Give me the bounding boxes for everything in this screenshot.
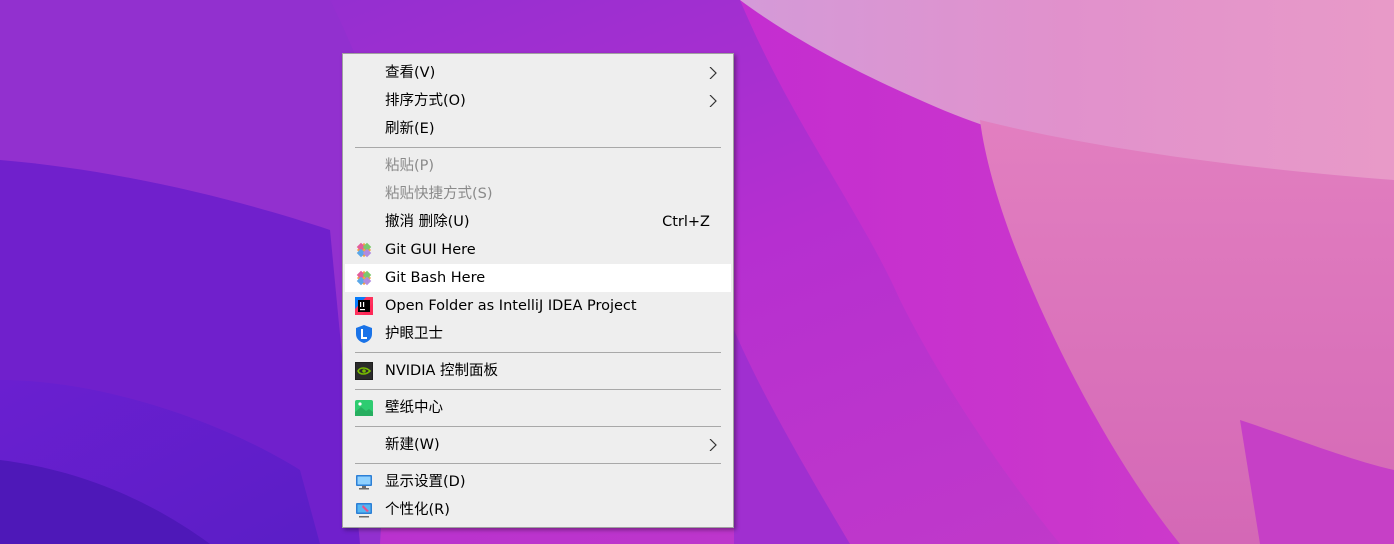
menu-item-label: 显示设置(D) bbox=[385, 474, 466, 490]
menu-item-label: 护眼卫士 bbox=[385, 326, 443, 342]
menu-item-label: 刷新(E) bbox=[385, 121, 435, 137]
menu-item-label: Git Bash Here bbox=[385, 270, 486, 286]
menu-item-open-intellij[interactable]: Open Folder as IntelliJ IDEA Project bbox=[345, 292, 731, 320]
menu-separator bbox=[355, 389, 721, 390]
menu-item-shortcut: Ctrl+Z bbox=[662, 214, 710, 230]
chevron-right-icon bbox=[709, 67, 717, 79]
menu-item-undo-delete[interactable]: 撤消 删除(U) Ctrl+Z bbox=[345, 208, 731, 236]
menu-item-label: Git GUI Here bbox=[385, 242, 476, 258]
menu-item-sort[interactable]: 排序方式(O) bbox=[345, 87, 731, 115]
menu-item-refresh[interactable]: 刷新(E) bbox=[345, 115, 731, 143]
git-diamond-icon bbox=[356, 270, 372, 286]
menu-item-display-settings[interactable]: 显示设置(D) bbox=[345, 468, 731, 496]
menu-item-label: 粘贴快捷方式(S) bbox=[385, 186, 493, 202]
shield-icon bbox=[356, 325, 372, 343]
wallpaper-picture-icon bbox=[355, 400, 373, 416]
menu-item-eye-guard[interactable]: 护眼卫士 bbox=[345, 320, 731, 348]
chevron-right-icon bbox=[709, 95, 717, 107]
menu-item-label: 壁纸中心 bbox=[385, 400, 443, 416]
menu-item-git-gui[interactable]: Git GUI Here bbox=[345, 236, 731, 264]
menu-separator bbox=[355, 352, 721, 353]
menu-separator bbox=[355, 147, 721, 148]
chevron-right-icon bbox=[709, 439, 717, 451]
menu-item-nvidia[interactable]: NVIDIA 控制面板 bbox=[345, 357, 731, 385]
menu-item-view[interactable]: 查看(V) bbox=[345, 59, 731, 87]
menu-item-label: 查看(V) bbox=[385, 65, 436, 81]
menu-item-git-bash[interactable]: Git Bash Here bbox=[345, 264, 731, 292]
menu-item-paste-shortcut[interactable]: 粘贴快捷方式(S) bbox=[345, 180, 731, 208]
menu-item-label: 排序方式(O) bbox=[385, 93, 466, 109]
desktop-context-menu: 查看(V) 排序方式(O) 刷新(E) 粘贴(P) 粘贴快捷方式(S) 撤消 删… bbox=[342, 53, 734, 528]
menu-separator bbox=[355, 463, 721, 464]
monitor-icon bbox=[356, 475, 372, 490]
menu-item-personalize[interactable]: 个性化(R) bbox=[345, 496, 731, 524]
menu-item-wallpaper-center[interactable]: 壁纸中心 bbox=[345, 394, 731, 422]
menu-item-label: NVIDIA 控制面板 bbox=[385, 363, 499, 379]
personalize-monitor-icon bbox=[356, 503, 372, 518]
git-diamond-icon bbox=[356, 242, 372, 258]
menu-item-new[interactable]: 新建(W) bbox=[345, 431, 731, 459]
menu-item-label: 撤消 删除(U) bbox=[385, 214, 470, 230]
menu-item-label: Open Folder as IntelliJ IDEA Project bbox=[385, 298, 637, 314]
menu-separator bbox=[355, 426, 721, 427]
menu-item-label: 粘贴(P) bbox=[385, 158, 435, 174]
menu-item-label: 个性化(R) bbox=[385, 502, 450, 518]
menu-item-paste[interactable]: 粘贴(P) bbox=[345, 152, 731, 180]
nvidia-icon bbox=[355, 362, 373, 380]
menu-item-label: 新建(W) bbox=[385, 437, 440, 453]
intellij-idea-icon bbox=[355, 297, 373, 315]
